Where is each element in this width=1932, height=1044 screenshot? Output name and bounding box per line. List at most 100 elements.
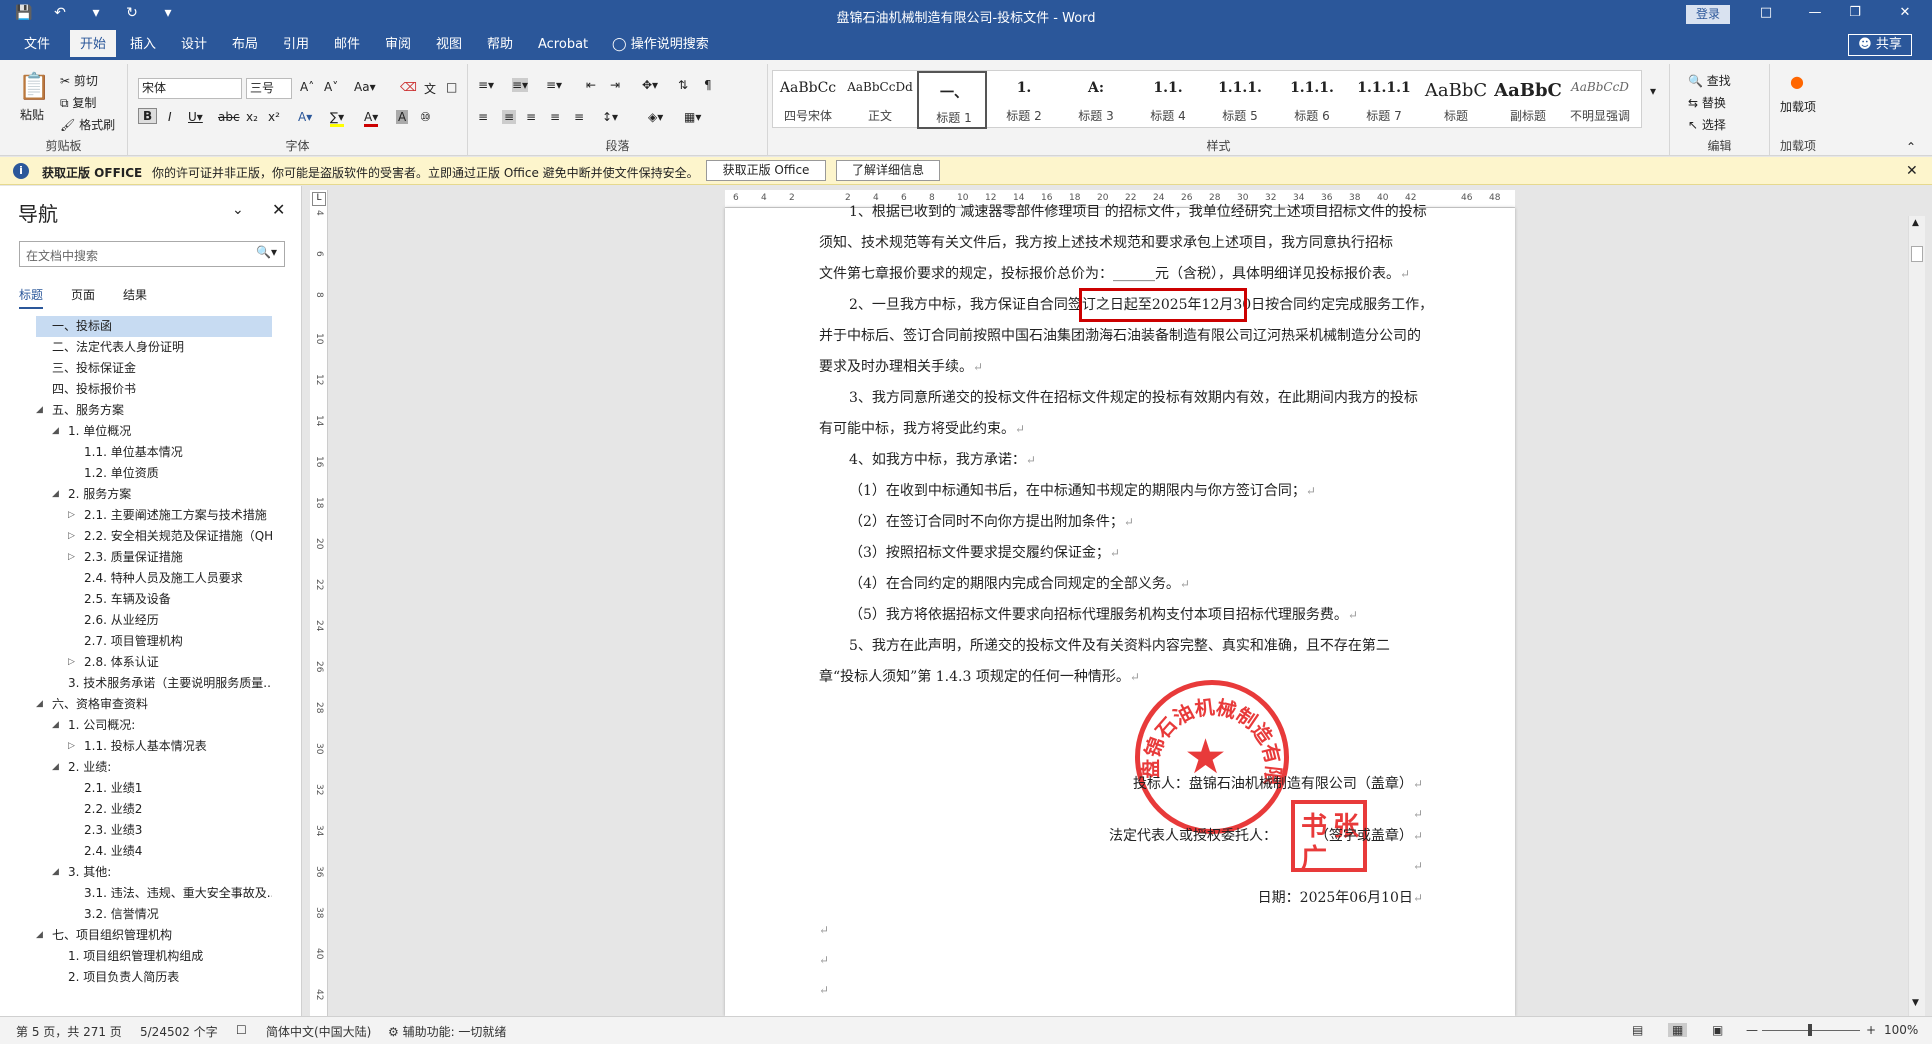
nav-search-input[interactable]: 在文档中搜索 bbox=[19, 241, 285, 267]
style-item[interactable]: A: 标题 3 bbox=[1061, 71, 1131, 129]
nav-item[interactable]: ▷ 2.1. 主要阐述施工方案与技术措施 bbox=[68, 505, 272, 526]
word-count[interactable]: 5/24502 个字 bbox=[140, 1023, 218, 1040]
strikethrough-button[interactable]: abc bbox=[218, 110, 240, 124]
nav-tab-headings[interactable]: 标题 bbox=[19, 286, 44, 309]
maximize-icon[interactable]: ❐ bbox=[1840, 5, 1870, 20]
select-button[interactable]: ↖ 选择 bbox=[1688, 116, 1726, 133]
tab-insert[interactable]: 插入 bbox=[120, 30, 166, 60]
bullets-icon[interactable]: ≡▾ bbox=[478, 78, 494, 92]
expand-icon[interactable]: ▷ bbox=[68, 547, 75, 568]
nav-item[interactable]: ◢ 1. 公司概况: bbox=[52, 715, 272, 736]
style-item[interactable]: AaBbC 标题 bbox=[1421, 71, 1491, 129]
bold-button[interactable]: B bbox=[138, 108, 158, 124]
login-button[interactable]: 登录 bbox=[1686, 5, 1730, 24]
multilevel-list-icon[interactable]: ≡▾ bbox=[546, 78, 562, 92]
collapse-ribbon-icon[interactable]: ⌃ bbox=[1906, 140, 1916, 154]
shading-icon[interactable]: ◈▾ bbox=[648, 110, 663, 124]
phonetic-guide-icon[interactable]: 文 bbox=[424, 80, 436, 97]
nav-item[interactable]: 3. 技术服务承诺（主要说明服务质量... bbox=[52, 673, 272, 694]
nav-item[interactable]: 2.4. 业绩4 bbox=[68, 841, 272, 862]
print-layout-icon[interactable]: ▦ bbox=[1668, 1023, 1688, 1037]
nav-tab-pages[interactable]: 页面 bbox=[71, 286, 95, 309]
ribbon-display-icon[interactable]: □ bbox=[1751, 5, 1781, 20]
web-layout-icon[interactable]: ▣ bbox=[1712, 1023, 1723, 1037]
vertical-scrollbar[interactable]: ▲ ▼ bbox=[1908, 216, 1925, 1016]
expand-icon[interactable]: ▷ bbox=[68, 505, 75, 526]
sort-icon[interactable]: ⇅ bbox=[678, 78, 688, 92]
share-button[interactable]: ☻ 共享 bbox=[1848, 34, 1912, 56]
nav-item[interactable]: 3.2. 信誉情况 bbox=[68, 904, 272, 925]
get-genuine-button[interactable]: 获取正版 Office bbox=[706, 160, 826, 181]
nav-search-icon[interactable]: 🔍▾ bbox=[256, 245, 277, 259]
style-item[interactable]: 1. 标题 2 bbox=[989, 71, 1059, 129]
nav-item[interactable]: 一、投标函 bbox=[36, 316, 272, 337]
tab-home[interactable]: 开始 bbox=[70, 30, 117, 60]
collapse-icon[interactable]: ◢ bbox=[36, 925, 43, 946]
expand-icon[interactable]: ▷ bbox=[68, 526, 75, 547]
minimize-icon[interactable]: — bbox=[1800, 5, 1830, 20]
styles-more-icon[interactable]: ▾ bbox=[1650, 84, 1656, 98]
scroll-down-icon[interactable]: ▼ bbox=[1912, 998, 1919, 1008]
nav-tab-results[interactable]: 结果 bbox=[123, 286, 147, 309]
style-item[interactable]: 1.1.1. 标题 6 bbox=[1277, 71, 1347, 129]
nav-item[interactable]: ▷ 2.2. 安全相关规范及保证措施（QH... bbox=[68, 526, 272, 547]
close-message-icon[interactable]: ✕ bbox=[1906, 163, 1918, 179]
align-center-icon[interactable]: ≡ bbox=[502, 110, 517, 124]
nav-item[interactable]: ◢ 1. 单位概况 bbox=[52, 421, 272, 442]
collapse-icon[interactable]: ◢ bbox=[52, 484, 59, 505]
nav-item[interactable]: 2.3. 业绩3 bbox=[68, 820, 272, 841]
underline-button[interactable]: U▾ bbox=[188, 110, 203, 124]
char-border-icon[interactable]: □ bbox=[446, 80, 457, 94]
collapse-icon[interactable]: ◢ bbox=[52, 715, 59, 736]
enclose-char-icon[interactable]: ⑩ bbox=[420, 110, 431, 124]
style-item[interactable]: AaBbC 副标题 bbox=[1493, 71, 1563, 129]
style-item[interactable]: 1.1. 标题 4 bbox=[1133, 71, 1203, 129]
align-right-icon[interactable]: ≡ bbox=[526, 110, 536, 124]
change-case-icon[interactable]: Aa▾ bbox=[354, 80, 376, 94]
nav-item[interactable]: 2.6. 从业经历 bbox=[68, 610, 272, 631]
increase-indent-icon[interactable]: ⇥ bbox=[610, 78, 620, 92]
tab-file[interactable]: 文件 bbox=[14, 30, 60, 60]
tab-help[interactable]: 帮助 bbox=[477, 30, 523, 60]
style-item[interactable]: AaBbCc 四号宋体 bbox=[773, 71, 843, 129]
tell-me-search[interactable]: ◯ 操作说明搜索 bbox=[602, 30, 719, 60]
zoom-slider-thumb[interactable] bbox=[1808, 1024, 1812, 1036]
nav-item[interactable]: 二、法定代表人身份证明 bbox=[36, 337, 272, 358]
paste-icon[interactable]: 📋 bbox=[18, 72, 50, 102]
collapse-icon[interactable]: ◢ bbox=[52, 862, 59, 883]
collapse-icon[interactable]: ◢ bbox=[52, 757, 59, 778]
page-count[interactable]: 第 5 页，共 271 页 bbox=[16, 1023, 122, 1040]
text-effects-icon[interactable]: A▾ bbox=[298, 110, 312, 124]
show-marks-icon[interactable]: ¶ bbox=[704, 78, 712, 92]
nav-item[interactable]: ◢ 五、服务方案 bbox=[36, 400, 272, 421]
vertical-ruler[interactable]: 4 6 8 10 12 14 16 18 20 22 24 26 28 30 32 34 36 38 40 42 bbox=[310, 190, 328, 1016]
tab-acrobat[interactable]: Acrobat bbox=[528, 30, 598, 60]
addins-button[interactable]: 加载项 bbox=[1778, 98, 1818, 115]
nav-item[interactable]: 1.1. 单位基本情况 bbox=[68, 442, 272, 463]
nav-item[interactable]: 2. 项目负责人简历表 bbox=[52, 967, 272, 988]
line-spacing-icon[interactable]: ↕▾ bbox=[602, 110, 618, 124]
nav-close-icon[interactable]: ✕ bbox=[272, 200, 285, 219]
replace-button[interactable]: ⇆ 替换 bbox=[1688, 94, 1726, 111]
zoom-level[interactable]: 100% bbox=[1884, 1023, 1918, 1037]
subscript-button[interactable]: x₂ bbox=[246, 110, 258, 124]
zoom-out-icon[interactable]: — bbox=[1746, 1023, 1758, 1037]
collapse-icon[interactable]: ◢ bbox=[36, 694, 43, 715]
nav-item[interactable]: 3.1. 违法、违规、重大安全事故及... bbox=[68, 883, 272, 904]
nav-item[interactable]: 2.7. 项目管理机构 bbox=[68, 631, 272, 652]
nav-item[interactable]: ▷ 2.3. 质量保证措施 bbox=[68, 547, 272, 568]
highlight-icon[interactable]: ∑▾ bbox=[330, 110, 345, 127]
borders-icon[interactable]: ▦▾ bbox=[684, 110, 701, 124]
nav-item[interactable]: 2.5. 车辆及设备 bbox=[68, 589, 272, 610]
nav-item[interactable]: ◢ 六、资格审查资料 bbox=[36, 694, 272, 715]
zoom-in-icon[interactable]: + bbox=[1866, 1023, 1876, 1037]
nav-item[interactable]: 2.4. 特种人员及施工人员要求 bbox=[68, 568, 272, 589]
scroll-up-icon[interactable]: ▲ bbox=[1912, 218, 1919, 228]
copy-button[interactable]: ⧉ 复制 bbox=[60, 94, 96, 111]
learn-more-button[interactable]: 了解详细信息 bbox=[836, 160, 940, 181]
nav-item[interactable]: ◢ 2. 服务方案 bbox=[52, 484, 272, 505]
tab-view[interactable]: 视图 bbox=[426, 30, 472, 60]
char-shading-icon[interactable]: A bbox=[396, 110, 409, 124]
font-size-select[interactable]: 三号 bbox=[246, 78, 292, 99]
style-item[interactable]: AaBbCcD 不明显强调 bbox=[1565, 71, 1635, 129]
